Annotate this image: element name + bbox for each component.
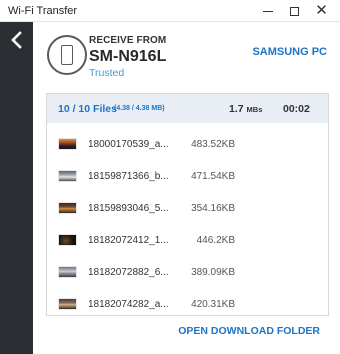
file-row[interactable]: 18000170539_a... 483.52KB (47, 136, 328, 154)
image-thumbnail (58, 298, 77, 310)
maximize-icon (290, 6, 299, 16)
window-title: Wi-Fi Transfer (8, 5, 78, 17)
transfer-panel: 10 / 10 Files (4.38 / 4.38 MB) 1.7 MBs 0… (46, 93, 329, 316)
image-thumbnail (58, 138, 77, 150)
device-avatar (47, 35, 87, 75)
device-name: SM-N916L (89, 48, 167, 65)
file-size: 483.52KB (191, 139, 235, 150)
back-arrow-icon[interactable] (8, 30, 26, 50)
transfer-summary: 10 / 10 Files (4.38 / 4.38 MB) 1.7 MBs 0… (47, 94, 328, 123)
phone-icon (61, 45, 73, 65)
image-thumbnail (58, 170, 77, 182)
file-size: 420.31KB (191, 299, 235, 310)
close-icon: ✕ (315, 2, 328, 19)
file-row[interactable]: 18182072882_6... 389.09KB (47, 264, 328, 282)
image-thumbnail (58, 202, 77, 214)
file-size: 446.2KB (196, 235, 235, 246)
minimize-button[interactable] (254, 0, 281, 22)
file-size: 354.16KB (191, 203, 235, 214)
maximize-button[interactable] (281, 0, 308, 22)
receive-from-label: RECEIVE FROM (89, 35, 167, 46)
device-header: RECEIVE FROM SM-N916L Trusted SAMSUNG PC (33, 22, 340, 90)
open-download-folder-button[interactable]: OPEN DOWNLOAD FOLDER (178, 325, 320, 337)
transfer-size: (4.38 / 4.38 MB) (114, 105, 165, 112)
file-row[interactable]: 18182072412_1... 446.2KB (47, 232, 328, 250)
device-status: Trusted (89, 67, 125, 79)
file-size: 389.09KB (191, 267, 235, 278)
sidebar (0, 22, 33, 354)
file-count: 10 / 10 Files (58, 103, 117, 115)
title-bar: Wi-Fi Transfer ✕ (0, 0, 340, 22)
target-pc-name: SAMSUNG PC (252, 46, 327, 58)
file-row[interactable]: 18159893046_5... 354.16KB (47, 200, 328, 218)
minimize-icon (262, 10, 273, 12)
close-button[interactable]: ✕ (308, 0, 335, 22)
file-row[interactable]: 18159871366_b... 471.54KB (47, 168, 328, 186)
image-thumbnail (58, 234, 77, 246)
image-thumbnail (58, 266, 77, 278)
file-size: 471.54KB (191, 171, 235, 182)
transfer-speed: 1.7 MBs (229, 103, 263, 115)
elapsed-time: 00:02 (283, 103, 310, 115)
file-row[interactable]: 18182074282_a... 420.31KB (47, 296, 328, 314)
